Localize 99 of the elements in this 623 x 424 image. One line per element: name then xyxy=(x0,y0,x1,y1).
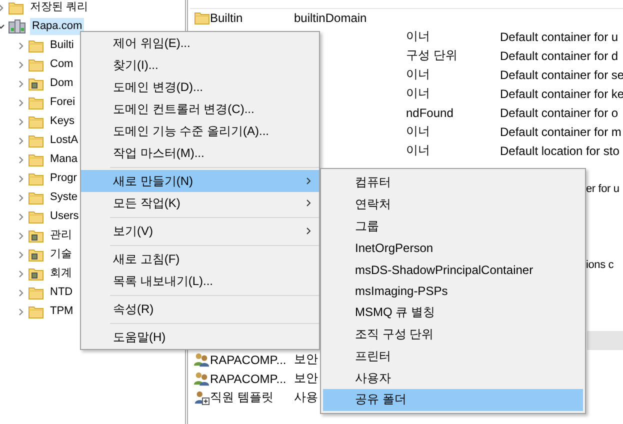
tree-item[interactable]: 관리 xyxy=(48,227,74,244)
table-cell: 이너 xyxy=(406,124,430,138)
expand-chevron-icon[interactable] xyxy=(17,156,25,164)
table-cell: Default container for o xyxy=(500,106,618,120)
menu-item[interactable]: 조직 구성 단위 xyxy=(323,324,583,346)
user-template-icon xyxy=(193,390,210,405)
tree-item[interactable]: Users xyxy=(48,208,81,225)
menu-item[interactable]: 프린터 xyxy=(323,346,583,368)
menu-item[interactable]: 제어 위임(E)... xyxy=(81,32,319,54)
menu-item[interactable]: 도메인 컨트롤러 변경(C)... xyxy=(81,98,319,120)
menu-item[interactable]: 새로 만들기(N) xyxy=(81,170,319,192)
table-cell: 이너 xyxy=(406,29,430,43)
folder-icon xyxy=(28,38,44,52)
menu-item[interactable]: 보기(V) xyxy=(81,220,319,242)
menu-item[interactable]: 속성(R) xyxy=(81,298,319,320)
menu-item[interactable]: 작업 마스터(M)... xyxy=(81,142,319,164)
table-cell: ndFound xyxy=(406,106,454,120)
table-cell: 이너 xyxy=(406,67,430,81)
expand-chevron-icon[interactable] xyxy=(17,270,25,278)
table-cell: Default container for u xyxy=(500,30,618,44)
folder-icon xyxy=(28,248,44,262)
tree-item[interactable]: NTD xyxy=(48,284,75,301)
menu-item[interactable]: 도움말(H) xyxy=(81,326,319,348)
table-cell: ions c xyxy=(586,258,614,270)
table-cell: 이너 xyxy=(406,143,430,157)
expand-chevron-icon[interactable] xyxy=(17,288,25,296)
tree-item[interactable]: Dom xyxy=(48,75,76,92)
tree-item[interactable]: Forei xyxy=(48,94,78,111)
tree-item[interactable]: 기술 xyxy=(48,246,74,263)
menu-item[interactable]: InetOrgPerson xyxy=(323,237,583,259)
folder-icon xyxy=(28,210,44,224)
menu-item[interactable]: 새로 고침(F) xyxy=(81,248,319,270)
table-cell: 구성 단위 xyxy=(406,48,458,62)
table-cell[interactable]: RAPACOMP... xyxy=(210,352,286,366)
menu-item[interactable]: 모든 작업(K) xyxy=(81,192,319,214)
table-cell: er for u xyxy=(586,182,620,194)
tree-item[interactable]: LostA xyxy=(48,132,80,149)
expand-chevron-icon[interactable] xyxy=(17,250,25,258)
table-cell: Default location for sto xyxy=(500,144,620,158)
table-cell: 이너 xyxy=(406,86,430,100)
table-cell: 사용 xyxy=(294,390,318,404)
tree-item[interactable]: 저장된 쿼리 xyxy=(28,0,90,16)
folder-icon xyxy=(28,228,44,242)
folder-icon xyxy=(8,0,24,14)
tree-item[interactable]: Keys xyxy=(48,113,76,130)
user-group-icon xyxy=(193,352,210,367)
menu-item[interactable]: 공유 폴더 xyxy=(323,388,583,411)
table-cell: 보안 xyxy=(294,371,318,385)
table-cell[interactable]: 직원 템플릿 xyxy=(210,390,274,404)
menu-item[interactable]: MSMQ 큐 별칭 xyxy=(323,302,583,324)
expand-chevron-icon[interactable] xyxy=(17,118,25,126)
expand-chevron-icon[interactable] xyxy=(17,98,25,106)
tree-item[interactable]: Progr xyxy=(48,170,79,187)
menu-item[interactable]: 컴퓨터 xyxy=(323,172,583,194)
tree-item[interactable]: Rapa.com xyxy=(30,18,84,35)
folder-icon xyxy=(28,134,44,148)
table-cell: Default container for m xyxy=(500,124,622,138)
expand-chevron-icon[interactable] xyxy=(17,136,25,144)
folder-icon xyxy=(28,286,44,300)
folder-icon xyxy=(28,190,44,204)
expand-chevron-icon[interactable] xyxy=(17,194,25,202)
folder-icon xyxy=(28,304,44,318)
menu-item[interactable]: 도메인 기능 수준 올리기(A)... xyxy=(81,120,319,142)
tree-item[interactable]: Mana xyxy=(48,151,80,168)
expand-chevron-icon[interactable] xyxy=(17,42,25,50)
tree-item[interactable]: 회계 xyxy=(48,265,74,282)
tree-item[interactable]: Com xyxy=(48,56,76,73)
table-cell: 보안 xyxy=(294,352,318,366)
menu-item[interactable]: 그룹 xyxy=(323,215,583,238)
expand-chevron-icon[interactable] xyxy=(17,174,25,182)
folder-icon xyxy=(28,152,44,166)
table-cell: builtinDomain xyxy=(294,10,367,24)
menu-item[interactable]: 목록 내보내기(L)... xyxy=(81,270,319,292)
menu-item[interactable]: 도메인 변경(D)... xyxy=(81,76,319,98)
expand-chevron-icon[interactable] xyxy=(17,80,25,88)
menu-item[interactable]: msImaging-PSPs xyxy=(323,280,583,302)
menu-item[interactable]: 연락처 xyxy=(323,194,583,216)
domain-icon xyxy=(8,19,26,34)
expand-chevron-icon[interactable] xyxy=(17,232,25,240)
menu-item[interactable]: msDS-ShadowPrincipalContainer xyxy=(323,258,583,280)
folder-icon xyxy=(28,58,44,72)
menu-item[interactable]: 사용자 xyxy=(323,367,583,389)
user-group-icon xyxy=(193,371,210,386)
table-cell[interactable]: Builtin xyxy=(210,10,243,24)
expand-chevron-icon[interactable] xyxy=(17,212,25,220)
expand-chevron-icon[interactable] xyxy=(17,308,25,316)
folder-icon xyxy=(28,96,44,110)
folder-icon xyxy=(194,10,210,24)
tree-item[interactable]: TPM xyxy=(48,303,76,320)
expand-chevron-icon[interactable] xyxy=(17,60,25,68)
tree-item[interactable]: Builti xyxy=(48,37,76,54)
tree-item[interactable]: Syste xyxy=(48,189,80,206)
folder-icon xyxy=(28,266,44,280)
menu-item[interactable]: 찾기(I)... xyxy=(81,54,319,76)
table-cell: Default container for d xyxy=(500,48,618,62)
folder-icon xyxy=(28,114,44,128)
folder-icon xyxy=(28,172,44,186)
folder-icon xyxy=(28,76,44,90)
table-cell[interactable]: RAPACOMP... xyxy=(210,372,286,386)
